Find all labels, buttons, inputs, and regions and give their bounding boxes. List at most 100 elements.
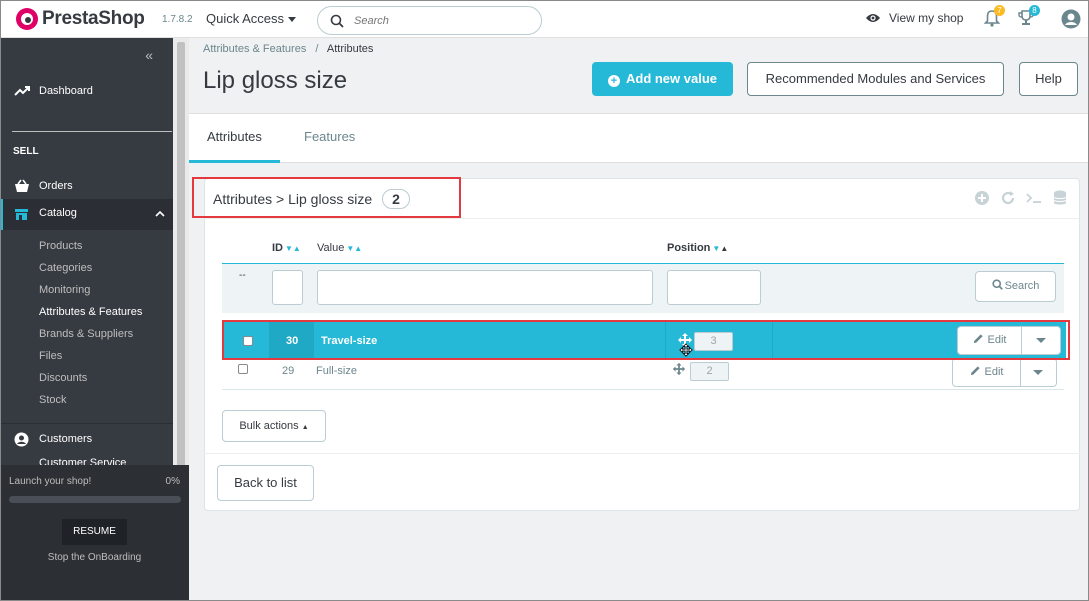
sidebar-subitem-categories[interactable]: Categories bbox=[39, 262, 92, 274]
plus-circle-icon: + bbox=[607, 75, 620, 87]
view-my-shop-link[interactable]: View my shop bbox=[865, 11, 963, 25]
account-circle-icon bbox=[14, 432, 29, 446]
sidebar-divider bbox=[0, 423, 173, 424]
sidebar-item-orders[interactable]: Orders bbox=[0, 176, 173, 196]
sidebar-item-dashboard[interactable]: Dashboard bbox=[0, 81, 173, 101]
sidebar-subitem-discounts[interactable]: Discounts bbox=[39, 372, 87, 384]
caret-down-icon bbox=[288, 17, 297, 23]
bulk-actions-label: Bulk actions bbox=[239, 420, 299, 432]
database-icon[interactable] bbox=[1051, 189, 1069, 207]
sidebar-subitem-files[interactable]: Files bbox=[39, 350, 62, 362]
column-header-label: Value bbox=[317, 242, 345, 254]
panel-toolbar bbox=[973, 189, 1069, 207]
bulk-actions-button[interactable]: Bulk actions ▲ bbox=[222, 410, 326, 442]
bulk-filter-placeholder: -- bbox=[239, 270, 246, 281]
sidebar-item-label: Dashboard bbox=[39, 85, 93, 97]
quick-access-label: Quick Access bbox=[206, 11, 285, 26]
column-header-label: Position bbox=[667, 242, 711, 254]
brand-name: PrestaShop bbox=[42, 8, 145, 29]
header-search[interactable] bbox=[317, 6, 542, 35]
row-actions-dropdown[interactable] bbox=[1020, 359, 1056, 386]
orders-badge: 7 bbox=[994, 5, 1005, 16]
refresh-icon[interactable] bbox=[999, 189, 1017, 207]
add-new-value-label: Add new value bbox=[625, 71, 718, 86]
customers-notifications[interactable]: 8 bbox=[1017, 5, 1040, 30]
scrollbar-thumb[interactable] bbox=[177, 42, 185, 482]
drag-handle-icon[interactable] bbox=[672, 362, 686, 376]
view-my-shop-label: View my shop bbox=[889, 11, 964, 25]
collapse-sidebar-icon[interactable]: « bbox=[145, 47, 153, 63]
recommended-modules-button[interactable]: Recommended Modules and Services bbox=[747, 62, 1004, 96]
breadcrumb-current: Attributes bbox=[326, 43, 374, 55]
sort-arrows-icon[interactable]: ▼▲ bbox=[712, 244, 728, 253]
tab-features[interactable]: Features bbox=[286, 114, 373, 163]
page-title: Lip gloss size bbox=[203, 67, 348, 94]
onboarding-widget: Launch your shop! 0% RESUME Stop the OnB… bbox=[0, 465, 189, 601]
sidebar-subitem-monitoring[interactable]: Monitoring bbox=[39, 284, 90, 296]
sidebar-item-catalog[interactable]: Catalog bbox=[0, 199, 173, 230]
edit-button[interactable]: Edit bbox=[953, 359, 1021, 386]
breadcrumb-parent[interactable]: Attributes & Features bbox=[203, 43, 306, 55]
header-search-input[interactable] bbox=[354, 12, 524, 30]
highlight-box bbox=[222, 320, 1070, 360]
sort-arrows-icon[interactable]: ▼▲ bbox=[285, 244, 301, 253]
chevron-up-icon bbox=[155, 210, 165, 217]
eye-icon bbox=[866, 14, 880, 22]
sidebar-item-label: Catalog bbox=[39, 207, 77, 219]
row-actions: Edit bbox=[952, 358, 1057, 387]
filter-row: -- bbox=[222, 263, 1064, 313]
row-checkbox[interactable] bbox=[238, 364, 248, 374]
tab-bar: Attributes Features bbox=[189, 113, 1089, 163]
prestashop-logo-icon bbox=[16, 8, 38, 30]
basket-icon bbox=[15, 179, 29, 192]
section-sell-heading: SELL bbox=[13, 146, 39, 157]
sidebar-subitem-brands-suppliers[interactable]: Brands & Suppliers bbox=[39, 328, 133, 340]
filter-position-input[interactable] bbox=[667, 270, 761, 305]
tab-attributes[interactable]: Attributes bbox=[189, 114, 280, 163]
sidebar-item-customers[interactable]: Customers bbox=[0, 429, 173, 449]
brand-logo[interactable]: PrestaShop bbox=[16, 8, 145, 30]
sort-arrows-icon[interactable]: ▼▲ bbox=[346, 244, 362, 253]
sidebar-subitem-products[interactable]: Products bbox=[39, 240, 82, 252]
filter-id-input[interactable] bbox=[272, 270, 303, 305]
sidebar-item-label: Orders bbox=[39, 180, 73, 192]
sidebar-subitem-stock[interactable]: Stock bbox=[39, 394, 67, 406]
top-header: PrestaShop 1.7.8.2 Quick Access View my … bbox=[0, 0, 1089, 38]
resume-button[interactable]: RESUME bbox=[62, 519, 127, 545]
row-id: 29 bbox=[282, 365, 295, 377]
highlight-box bbox=[192, 177, 461, 218]
column-header-label: ID bbox=[272, 242, 283, 254]
stop-onboarding-link[interactable]: Stop the OnBoarding bbox=[0, 552, 189, 563]
add-new-value-button[interactable]: + Add new value bbox=[592, 62, 733, 96]
sidebar-item-label: Customers bbox=[39, 433, 93, 445]
onboarding-title: Launch your shop! bbox=[9, 476, 92, 487]
store-icon bbox=[15, 209, 28, 220]
search-button-label: Search bbox=[1004, 280, 1040, 292]
orders-notifications[interactable]: 7 bbox=[983, 5, 1005, 30]
row-value: Full-size bbox=[316, 365, 357, 377]
column-header-value[interactable]: Value ▼▲ bbox=[317, 242, 362, 254]
help-button[interactable]: Help bbox=[1019, 62, 1078, 96]
user-avatar-icon[interactable] bbox=[1061, 9, 1081, 29]
onboarding-percent: 0% bbox=[165, 476, 180, 487]
column-header-id[interactable]: ID ▼▲ bbox=[272, 242, 301, 254]
filter-value-input[interactable] bbox=[317, 270, 653, 305]
breadcrumb: Attributes & Features / Attributes bbox=[203, 43, 373, 55]
filter-search-button[interactable]: Search bbox=[975, 271, 1056, 302]
pencil-icon bbox=[970, 366, 980, 376]
caret-up-icon: ▲ bbox=[301, 424, 309, 431]
quick-access-dropdown[interactable]: Quick Access bbox=[206, 11, 297, 26]
terminal-icon[interactable] bbox=[1025, 189, 1043, 207]
customers-badge: 8 bbox=[1029, 5, 1040, 16]
column-header-position[interactable]: Position ▼▲ bbox=[667, 242, 728, 254]
sidebar-divider bbox=[12, 131, 172, 132]
table-row[interactable]: 29 Full-size 2 Edit bbox=[222, 358, 1064, 390]
version-label: 1.7.8.2 bbox=[162, 14, 193, 25]
panel-footer-divider bbox=[204, 453, 1080, 454]
back-to-list-button[interactable]: Back to list bbox=[217, 465, 314, 501]
edit-label: Edit bbox=[984, 366, 1004, 378]
position-value: 2 bbox=[690, 362, 729, 381]
add-icon[interactable] bbox=[973, 189, 991, 207]
trending-up-icon bbox=[14, 86, 30, 96]
sidebar-subitem-attributes-features[interactable]: Attributes & Features bbox=[39, 306, 142, 318]
